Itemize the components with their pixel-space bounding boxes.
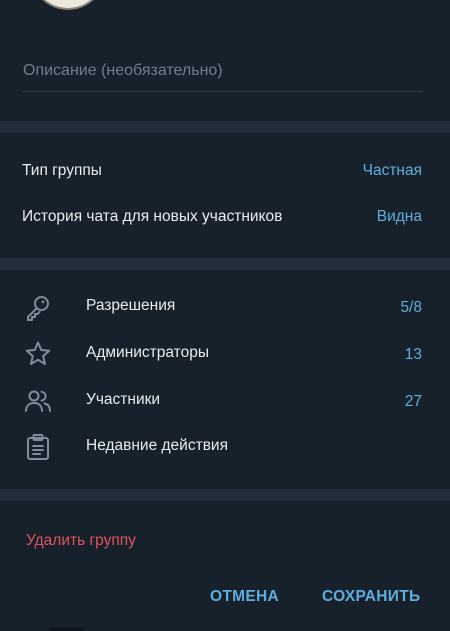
avatar-image: [32, 0, 104, 8]
description-field-wrapper: [22, 55, 424, 92]
chat-history-value: Видна: [376, 208, 422, 225]
star-icon: [23, 339, 53, 369]
clipboard-icon: [23, 432, 53, 462]
background-fragment: [50, 627, 84, 631]
members-count: 27: [404, 393, 422, 410]
group-type-label: Тип группы: [22, 162, 102, 179]
group-type-value: Частная: [362, 162, 422, 179]
chat-history-label: История чата для новых участников: [22, 208, 283, 225]
description-input[interactable]: [22, 55, 424, 87]
group-avatar[interactable]: [30, 0, 106, 10]
section-divider: [0, 489, 450, 501]
recent-actions-label: Недавние действия: [86, 437, 228, 454]
administrators-label: Администраторы: [86, 344, 209, 361]
edit-group-panel: Тип группы Частная История чата для новы…: [0, 0, 450, 631]
section-divider: [0, 121, 450, 133]
administrators-count: 13: [404, 346, 422, 363]
permissions-row[interactable]: Разрешения 5/8: [0, 284, 450, 328]
cancel-button[interactable]: ОТМЕНА: [210, 588, 279, 606]
delete-group-button[interactable]: Удалить группу: [26, 532, 136, 550]
permissions-label: Разрешения: [86, 297, 176, 314]
key-icon: [23, 292, 53, 322]
members-icon: [23, 386, 53, 416]
administrators-row[interactable]: Администраторы 13: [0, 331, 450, 375]
members-label: Участники: [86, 391, 161, 408]
members-row[interactable]: Участники 27: [0, 378, 450, 422]
group-type-row[interactable]: Тип группы Частная: [0, 149, 450, 193]
section-divider: [0, 258, 450, 270]
recent-actions-row[interactable]: Недавние действия: [0, 424, 450, 468]
permissions-count: 5/8: [400, 299, 422, 316]
chat-history-row[interactable]: История чата для новых участников Видна: [0, 195, 450, 239]
save-button[interactable]: СОХРАНИТЬ: [322, 588, 420, 606]
